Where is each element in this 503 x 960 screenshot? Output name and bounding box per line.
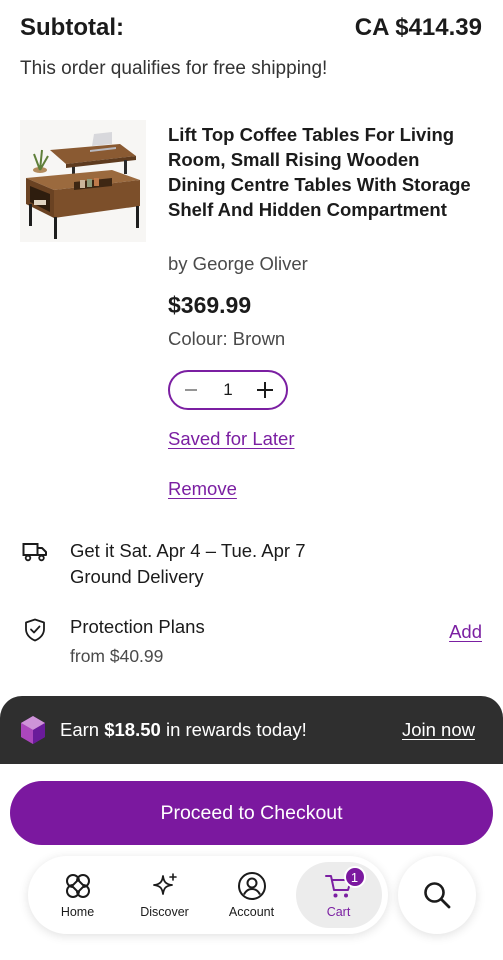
nav-cart-label: Cart <box>326 905 351 919</box>
product-brand: by George Oliver <box>168 253 308 274</box>
product-price: $369.99 <box>168 292 252 318</box>
rewards-amount: $18.50 <box>104 719 161 740</box>
product-title[interactable]: Lift Top Coffee Tables For Living Room, … <box>168 122 478 222</box>
nav-account-label: Account <box>228 905 275 919</box>
product-colour: Colour: Brown <box>168 328 286 349</box>
add-protection-plan-link[interactable]: Add <box>449 621 482 643</box>
minus-icon <box>185 389 197 391</box>
plus-icon <box>257 382 273 398</box>
subtotal-label: Subtotal: <box>20 14 124 41</box>
nav-discover-label: Discover <box>140 905 189 919</box>
delivery-date: Get it Sat. Apr 4 – Tue. Apr 7 <box>70 540 306 561</box>
nav-home[interactable]: Home <box>35 862 121 928</box>
nav-account[interactable]: Account <box>209 862 295 928</box>
nav-discover[interactable]: Discover <box>122 862 208 928</box>
rewards-suffix: in rewards today! <box>160 719 307 740</box>
remove-link[interactable]: Remove <box>168 478 237 500</box>
nav-cart[interactable]: Cart 1 <box>295 862 382 928</box>
search-icon <box>424 882 451 909</box>
increase-quantity-button[interactable] <box>254 379 276 401</box>
sparkle-icon <box>152 873 177 895</box>
bottom-nav: Home Discover Account Cart 1 <box>28 856 388 934</box>
quantity-value: 1 <box>223 380 233 399</box>
search-button[interactable] <box>398 856 476 934</box>
rewards-prefix: Earn <box>60 719 105 740</box>
free-shipping-note: This order qualifies for free shipping! <box>20 58 328 79</box>
delivery-method: Ground Delivery <box>70 566 204 587</box>
account-icon <box>237 872 266 900</box>
rewards-text: Earn $18.50 in rewards today! <box>60 719 402 741</box>
subtotal-amount: CA $414.39 <box>354 14 482 41</box>
protection-plans-title: Protection Plans <box>70 616 205 637</box>
shield-check-icon <box>25 618 45 642</box>
save-for-later-link[interactable]: Saved for Later <box>168 428 295 450</box>
cart-count-badge: 1 <box>343 866 366 888</box>
protection-plans-price: from $40.99 <box>70 646 164 666</box>
product-image[interactable] <box>20 120 146 242</box>
gem-icon <box>21 716 45 744</box>
rewards-banner: Earn $18.50 in rewards today! Join now <box>0 696 503 764</box>
nav-home-label: Home <box>60 905 95 919</box>
decrease-quantity-button[interactable] <box>180 379 202 401</box>
subtotal-row: Subtotal: CA $414.39 <box>20 14 482 42</box>
coffee-table-image <box>20 120 146 242</box>
proceed-to-checkout-button[interactable]: Proceed to Checkout <box>10 781 493 845</box>
home-icon <box>65 874 90 898</box>
quantity-stepper: 1 <box>168 370 288 410</box>
join-now-link[interactable]: Join now <box>402 719 475 741</box>
truck-icon <box>22 543 47 562</box>
